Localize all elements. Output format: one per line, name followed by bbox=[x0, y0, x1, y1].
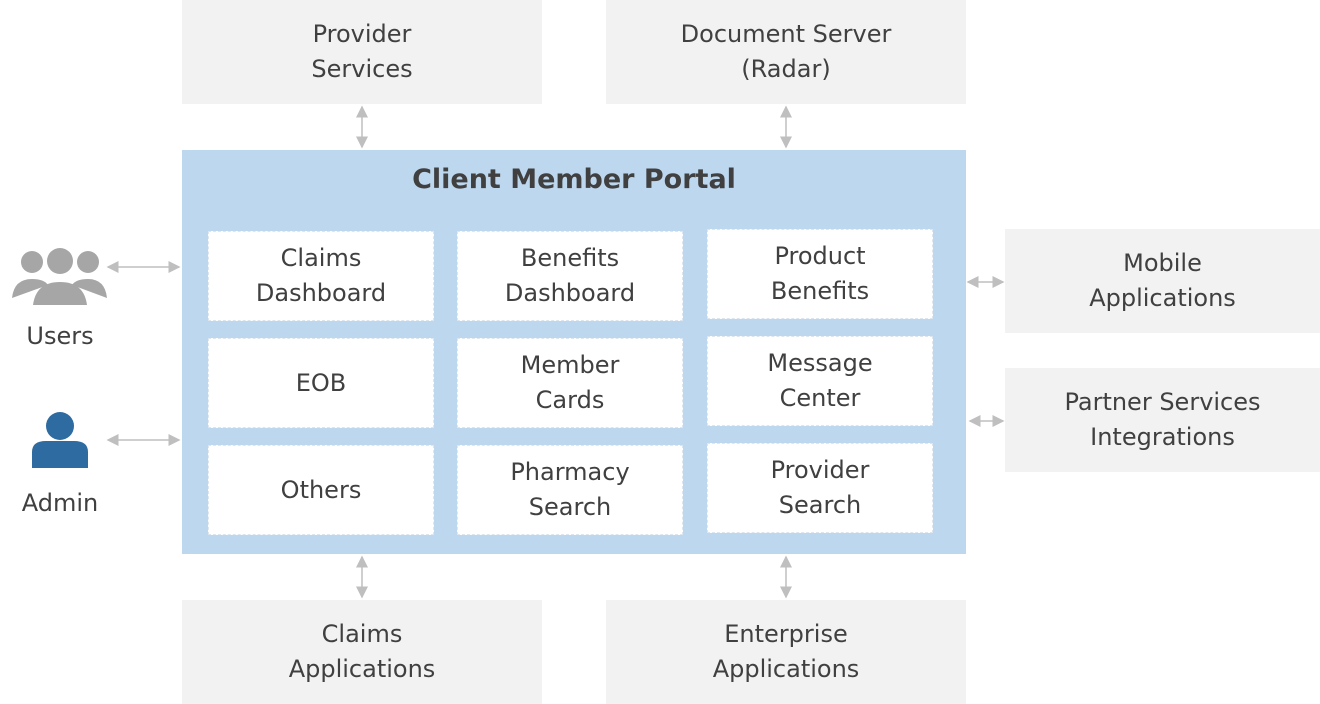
admin-label: Admin bbox=[21, 489, 99, 517]
users-group-icon bbox=[12, 248, 107, 305]
connector-arrows bbox=[12, 105, 1005, 599]
users-label: Users bbox=[26, 322, 94, 350]
user-icon bbox=[32, 412, 88, 468]
